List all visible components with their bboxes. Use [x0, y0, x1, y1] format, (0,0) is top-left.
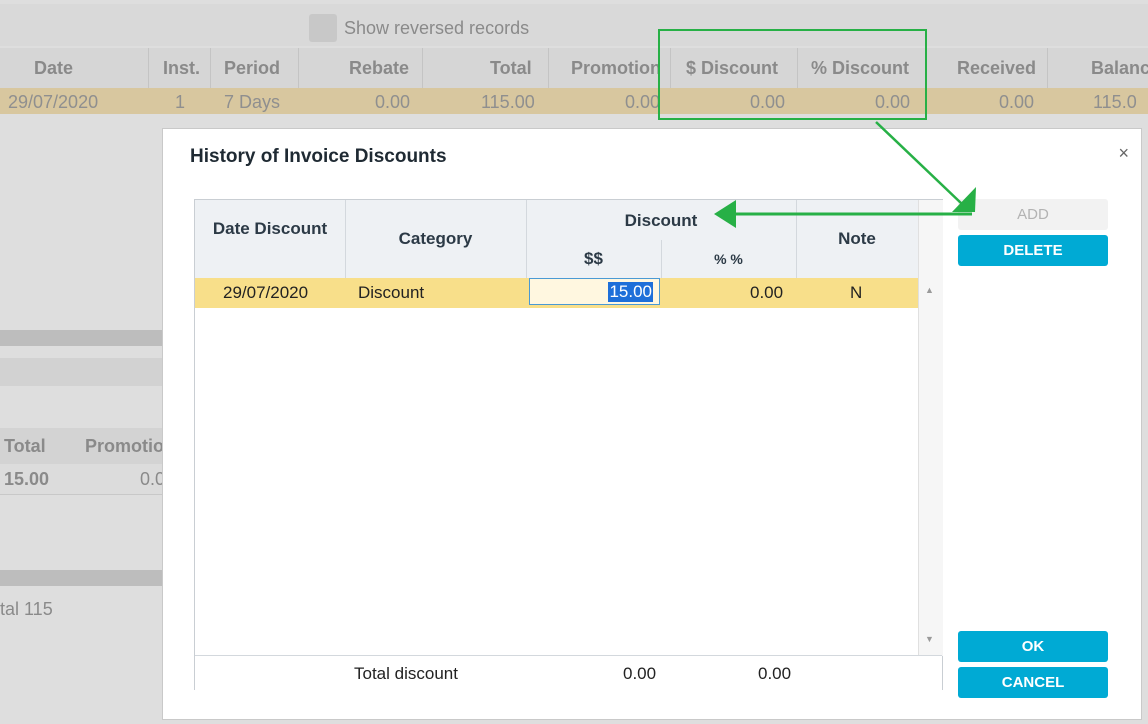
- bg-col-divider: [148, 48, 149, 88]
- cell-category: Discount: [358, 283, 425, 302]
- bg-total-text: tal 115: [0, 599, 53, 619]
- grid-header: Date Discount Category Discount $$ % % N…: [195, 200, 918, 279]
- bg-section-bar: [0, 358, 165, 386]
- col-header-percent: % %: [714, 251, 743, 267]
- bg-section-divider: [0, 330, 165, 346]
- delete-button[interactable]: DELETE: [958, 235, 1108, 266]
- bg-col-balance: Balanc: [1091, 58, 1148, 78]
- bg-col-promotion: Promotion: [571, 58, 661, 78]
- bg-cell-received: 0.00: [999, 92, 1035, 112]
- close-icon[interactable]: ×: [1118, 143, 1129, 164]
- bg-cell-period: 7 Days: [224, 92, 281, 112]
- total-dollar-discount: 0.00: [623, 664, 657, 683]
- bg-col-divider: [548, 48, 549, 88]
- scroll-down-icon[interactable]: ▼: [925, 634, 934, 644]
- bg-cell-inst: 1: [175, 92, 186, 112]
- bg-cell-rebate: 0.00: [375, 92, 411, 112]
- bg-col-date: Date: [34, 58, 74, 78]
- col-header-category: Category: [398, 229, 473, 248]
- invoice-discount-history-dialog: History of Invoice Discounts × Date Disc…: [162, 128, 1142, 720]
- cell-date-discount: 29/07/2020: [223, 283, 309, 302]
- dollar-discount-value: 15.00: [608, 282, 653, 302]
- grid-footer: Total discount 0.00 0.00: [195, 655, 942, 690]
- bg-col-total: Total: [490, 58, 532, 78]
- show-reversed-label: Show reversed records: [344, 18, 530, 38]
- col-header-discount: Discount: [624, 211, 698, 230]
- col-header-date-discount: Date Discount: [212, 219, 328, 238]
- annotation-highlight-box: [658, 29, 927, 120]
- bg-sub-table-row: 15.00 0.0: [0, 464, 165, 495]
- bg-cell-balance: 115.0: [1093, 92, 1137, 112]
- bg-col-received: Received: [957, 58, 1037, 78]
- bg-col-period: Period: [224, 58, 281, 78]
- add-button[interactable]: ADD: [958, 199, 1108, 230]
- total-percent-discount: 0.00: [758, 664, 792, 683]
- total-discount-label: Total discount: [354, 664, 458, 683]
- table-row[interactable]: 29/07/2020 Discount 15.00 0.00 N: [195, 278, 918, 308]
- bg-cell-promotion: 0.00: [625, 92, 661, 112]
- show-reversed-checkbox[interactable]: [309, 14, 337, 42]
- bg-section-divider: [0, 570, 165, 586]
- background-toolbar: Show reversed records: [0, 4, 1148, 46]
- ok-button[interactable]: OK: [958, 631, 1108, 662]
- cancel-button[interactable]: CANCEL: [958, 667, 1108, 698]
- col-header-dollar: $$: [584, 249, 603, 268]
- bg-sub-cell-total: 15.00: [4, 469, 50, 489]
- background-table-header: Date Inst. Period Rebate Total Promotion…: [0, 48, 1148, 89]
- scroll-up-icon[interactable]: ▲: [925, 285, 934, 295]
- bg-col-divider: [210, 48, 211, 88]
- bg-col-inst: Inst.: [163, 58, 201, 78]
- bg-sub-col-total: Total: [4, 436, 46, 456]
- bg-col-divider: [1047, 48, 1048, 88]
- bg-cell-total: 115.00: [481, 92, 535, 112]
- col-header-note: Note: [838, 229, 876, 248]
- dollar-discount-input[interactable]: 15.00: [529, 278, 660, 305]
- cell-percent-discount: 0.00: [750, 283, 784, 302]
- grid-scrollbar[interactable]: ▲ ▼: [918, 200, 943, 656]
- bg-col-rebate: Rebate: [349, 58, 410, 78]
- bg-sub-table-header: Total Promotio: [0, 428, 165, 465]
- discount-grid: Date Discount Category Discount $$ % % N…: [194, 199, 943, 690]
- bg-col-divider: [422, 48, 423, 88]
- bg-sub-col-promotion: Promotio: [85, 436, 164, 456]
- dialog-title: History of Invoice Discounts: [190, 146, 447, 167]
- bg-cell-date: 29/07/2020: [8, 92, 99, 112]
- background-table-row[interactable]: 29/07/2020 1 7 Days 0.00 115.00 0.00 0.0…: [0, 88, 1148, 114]
- bg-col-divider: [298, 48, 299, 88]
- cell-note: N: [850, 283, 863, 302]
